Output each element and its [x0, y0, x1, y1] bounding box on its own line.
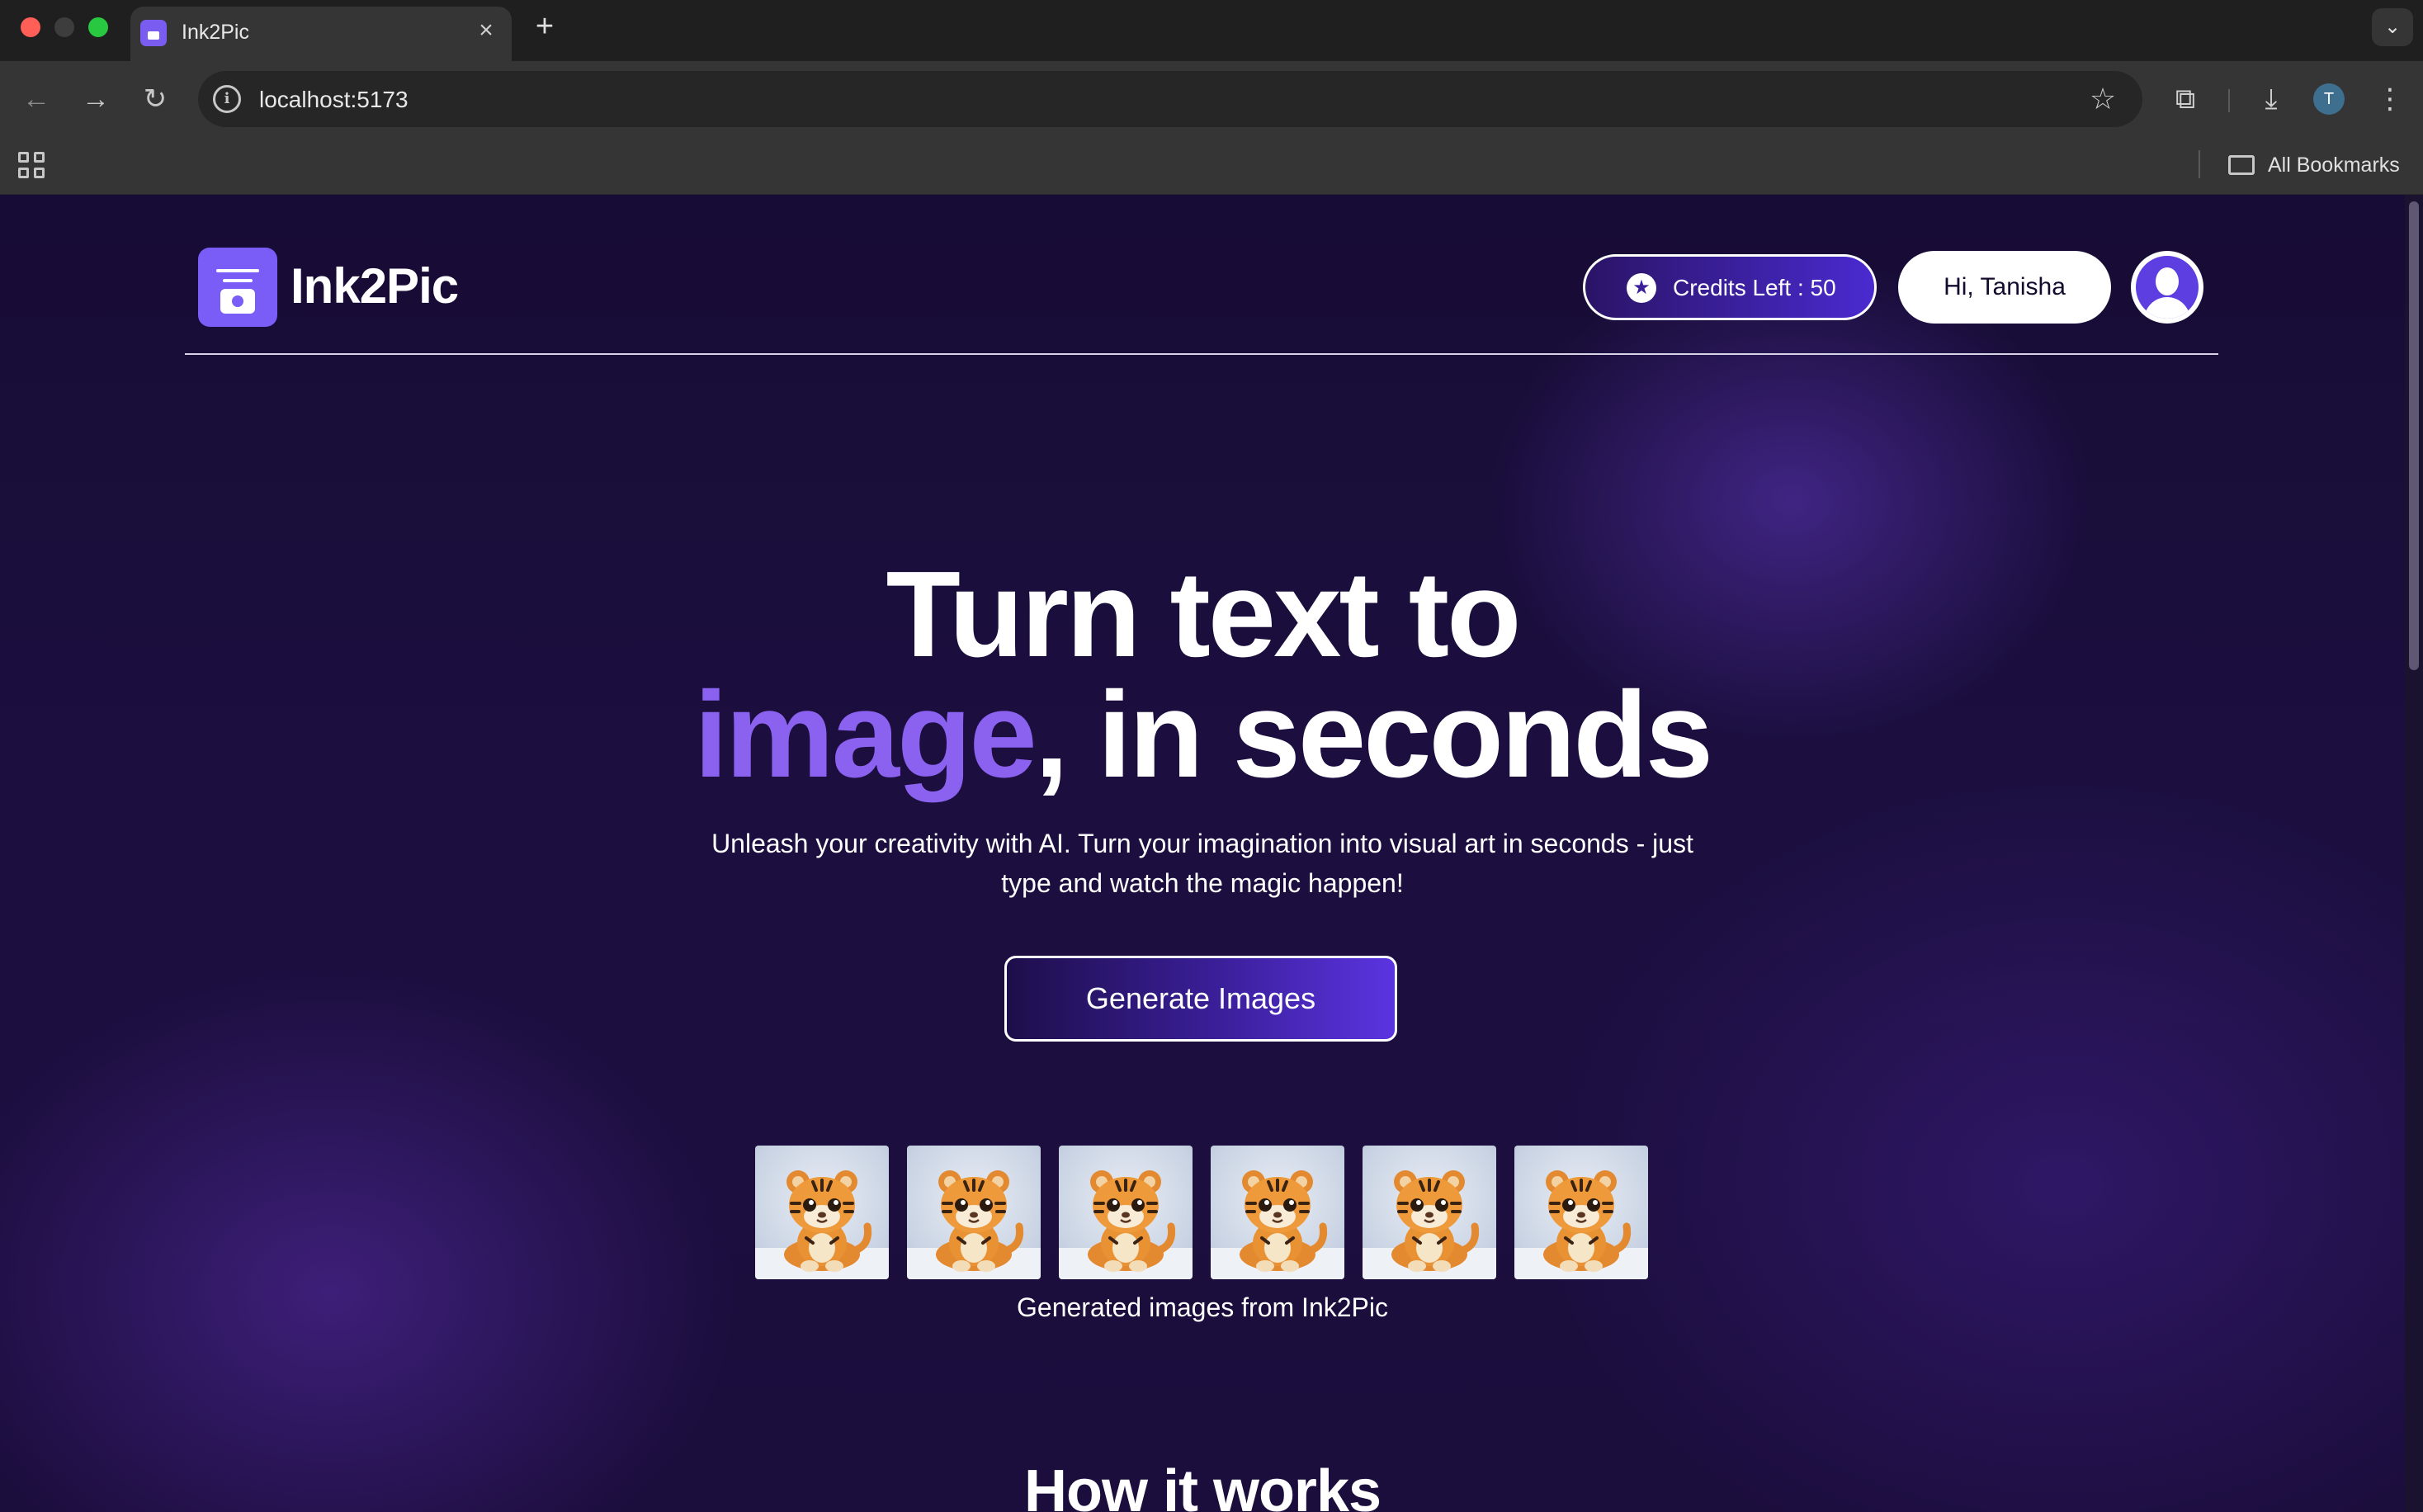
- browser-tab[interactable]: Ink2Pic ×: [130, 7, 512, 61]
- header-divider: [185, 353, 2218, 355]
- folder-icon[interactable]: [2228, 155, 2255, 175]
- browser-tab-strip: Ink2Pic × + ⌄: [0, 0, 2423, 61]
- favicon-icon: [140, 20, 167, 46]
- credits-button[interactable]: ★ Credits Left : 50: [1583, 254, 1877, 320]
- hero-subtitle: Unleash your creativity with AI. Turn yo…: [711, 829, 1693, 898]
- bookmark-star-icon[interactable]: ☆: [2086, 83, 2119, 116]
- browser-toolbar: ← → ↻ i localhost:5173 ☆ ⧉ ⤓ T ⋮: [0, 61, 2423, 137]
- hero-accent-word: image: [693, 667, 1037, 803]
- apps-grid-icon[interactable]: [18, 152, 45, 178]
- gallery-caption: Generated images from Ink2Pic: [1017, 1292, 1388, 1322]
- user-avatar-icon[interactable]: [2131, 251, 2203, 324]
- camera-logo-icon[interactable]: [198, 248, 277, 327]
- user-greeting[interactable]: Hi, Tanisha: [1898, 251, 2111, 324]
- extensions-puzzle-icon[interactable]: ⧉: [2167, 81, 2203, 117]
- minimize-window-button[interactable]: [54, 17, 74, 37]
- profile-avatar[interactable]: T: [2313, 83, 2345, 115]
- page-scrollbar[interactable]: [2405, 195, 2423, 1512]
- kebab-menu-icon[interactable]: ⋮: [2372, 81, 2408, 117]
- maximize-window-button[interactable]: [88, 17, 108, 37]
- forward-arrow-icon[interactable]: →: [76, 79, 116, 119]
- download-icon[interactable]: ⤓: [2253, 81, 2289, 117]
- tab-search-chevron-icon[interactable]: ⌄: [2372, 8, 2413, 46]
- generated-image-thumbnail[interactable]: [755, 1146, 889, 1279]
- close-window-button[interactable]: [21, 17, 40, 37]
- toolbar-divider: [2228, 89, 2230, 112]
- generated-image-thumbnail[interactable]: [1514, 1146, 1648, 1279]
- generate-images-button[interactable]: Generate Images: [1004, 956, 1397, 1042]
- hero-title-line-1: Turn text to: [886, 546, 1522, 683]
- credits-label: Credits Left : 50: [1673, 275, 1836, 300]
- all-bookmarks-link[interactable]: All Bookmarks: [2268, 154, 2400, 177]
- address-bar[interactable]: i localhost:5173 ☆: [198, 71, 2142, 127]
- generated-image-thumbnail[interactable]: [907, 1146, 1041, 1279]
- bookmarks-bar: All Bookmarks: [0, 137, 2423, 195]
- bookmarks-divider: [2199, 150, 2200, 178]
- generated-image-thumbnail[interactable]: [1211, 1146, 1344, 1279]
- site-info-icon[interactable]: i: [213, 85, 241, 113]
- how-it-works-title: How it works: [1023, 1458, 1382, 1512]
- hero-title-line-2: image, in seconds: [0, 673, 2405, 797]
- scrollbar-thumb[interactable]: [2409, 201, 2419, 670]
- new-tab-button[interactable]: +: [528, 10, 561, 43]
- back-arrow-icon[interactable]: ←: [17, 79, 56, 119]
- logo-text[interactable]: Ink2Pic: [290, 258, 459, 314]
- generated-image-thumbnail[interactable]: [1363, 1146, 1496, 1279]
- tab-title: Ink2Pic: [182, 21, 249, 44]
- generated-image-thumbnail[interactable]: [1059, 1146, 1193, 1279]
- hero-title-rest: , in seconds: [1034, 667, 1713, 803]
- url-text[interactable]: localhost:5173: [259, 87, 409, 113]
- reload-icon[interactable]: ↻: [135, 79, 175, 119]
- page-viewport: Ink2Pic ★ Credits Left : 50 Hi, Tanisha …: [0, 195, 2423, 1512]
- tab-close-icon[interactable]: ×: [472, 17, 500, 45]
- star-icon: ★: [1627, 273, 1656, 303]
